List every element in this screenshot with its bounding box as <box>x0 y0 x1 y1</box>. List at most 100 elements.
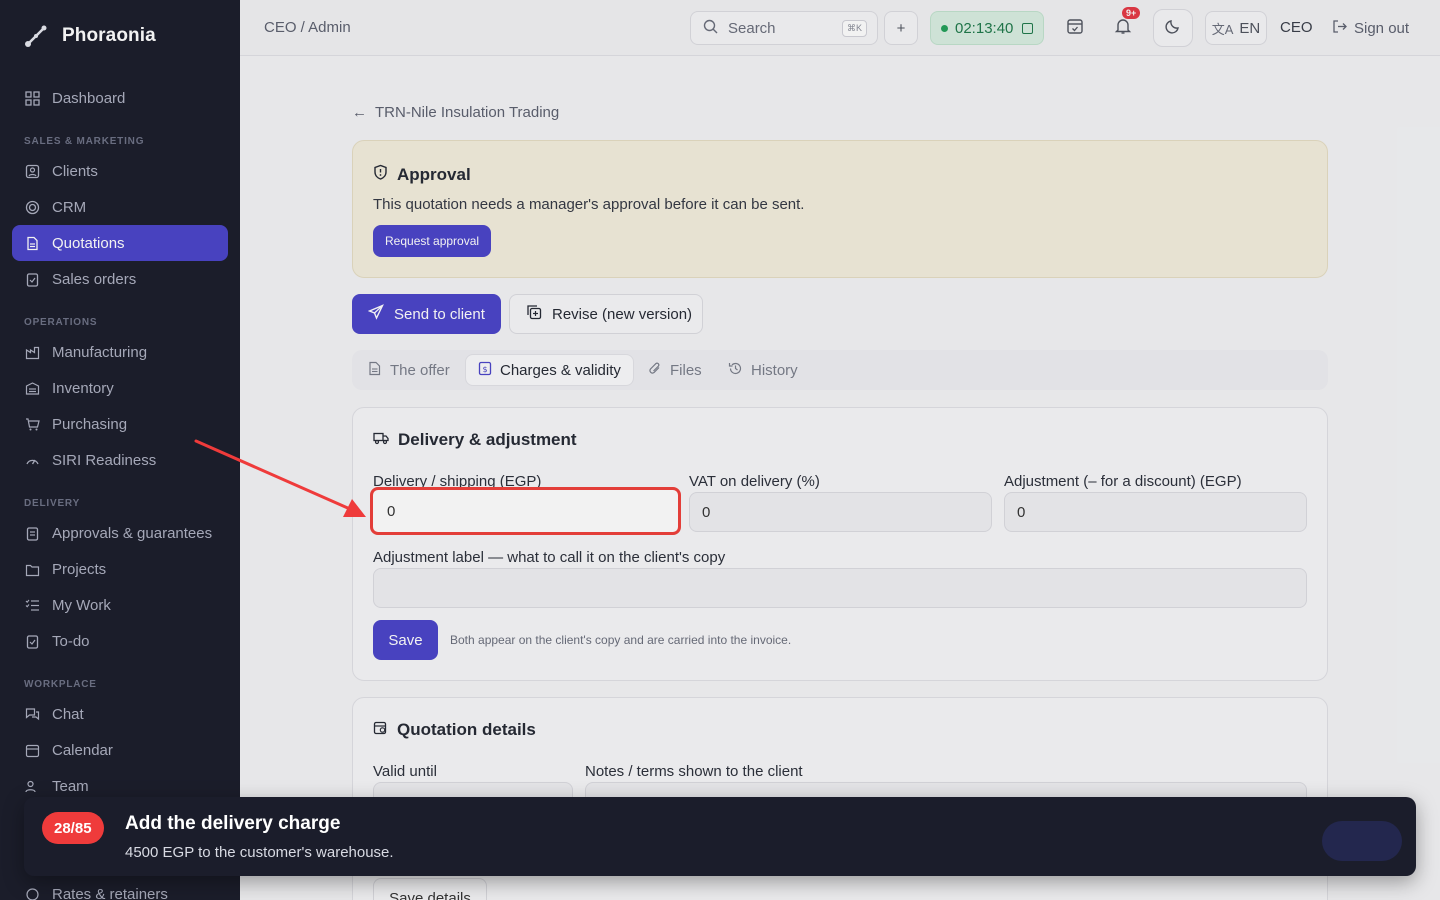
my-work-icon <box>24 597 40 613</box>
sidebar-item-label: Calendar <box>52 741 113 759</box>
sidebar-item-label: My Work <box>52 596 111 614</box>
sidebar-item-label: Sales orders <box>52 270 137 288</box>
tab-files[interactable]: Files <box>636 354 714 386</box>
task-subtitle: 4500 EGP to the customer's warehouse. <box>125 844 394 861</box>
back-link[interactable]: ← TRN-Nile Insulation Trading <box>352 104 559 121</box>
inventory-icon <box>24 380 40 396</box>
notification-badge: 9+ <box>1122 7 1141 19</box>
sidebar-item-my-work[interactable]: My Work <box>12 587 228 623</box>
adjustment-name-input[interactable] <box>373 568 1307 608</box>
save-hint: Both appear on the client's copy and are… <box>450 633 792 647</box>
truck-icon <box>373 430 389 450</box>
sidebar-item-inventory[interactable]: Inventory <box>12 370 228 406</box>
approval-description: This quotation needs a manager's approva… <box>373 196 805 213</box>
breadcrumb: CEO / Admin <box>264 19 351 36</box>
task-banner: 28/85 Add the delivery charge 4500 EGP t… <box>24 797 1416 876</box>
translate-icon: 文A <box>1211 21 1234 37</box>
sidebar-item-purchasing[interactable]: Purchasing <box>12 406 228 442</box>
sign-out-link[interactable]: Sign out <box>1332 19 1409 38</box>
sidebar-item-crm[interactable]: CRM <box>12 189 228 225</box>
task-title: Add the delivery charge <box>125 813 341 834</box>
document-icon <box>368 361 382 380</box>
save-details-button[interactable]: Save details <box>373 878 487 900</box>
adjustment-input[interactable]: 0 <box>1004 492 1307 532</box>
search-input[interactable]: Search ⌘K <box>690 11 878 45</box>
sidebar-item-label: CRM <box>52 198 87 216</box>
svg-text:$: $ <box>482 365 487 374</box>
sidebar-item-calendar[interactable]: Calendar <box>12 732 228 768</box>
calendar-icon <box>24 742 40 758</box>
sidebar: Phoraonia Dashboard SALES & MARKETING Cl… <box>0 0 240 900</box>
sidebar-item-label: Dashboard <box>52 89 126 107</box>
sales-orders-icon <box>24 271 40 287</box>
sidebar-item-label: Clients <box>52 162 98 180</box>
sidebar-item-label: SIRI Readiness <box>52 451 157 469</box>
sidebar-item-label: Quotations <box>52 234 125 252</box>
language-switcher[interactable]: 文A EN <box>1205 11 1267 45</box>
team-icon <box>24 778 40 794</box>
search-shortcut: ⌘K <box>841 20 867 37</box>
theme-toggle[interactable] <box>1153 9 1193 47</box>
section-sales: SALES & MARKETING <box>24 136 145 147</box>
sidebar-item-todo[interactable]: To-do <box>12 623 228 659</box>
vat-on-delivery-input[interactable]: 0 <box>689 492 992 532</box>
quotations-icon <box>24 235 40 251</box>
receipt-icon: $ <box>478 361 492 380</box>
send-to-client-button[interactable]: Send to client <box>352 294 501 334</box>
tab-charges-validity[interactable]: $ Charges & validity <box>465 354 634 386</box>
moon-icon <box>1165 18 1181 38</box>
approval-title: Approval <box>373 164 471 185</box>
sidebar-item-label: Purchasing <box>52 415 128 433</box>
adjustment-name-label: Adjustment label — what to call it on th… <box>373 549 726 566</box>
sidebar-item-sales-orders[interactable]: Sales orders <box>12 261 228 297</box>
details-card-title: Quotation details <box>373 720 536 740</box>
plus-icon: + <box>896 19 906 37</box>
sidebar-item-rates[interactable]: Rates & retainers <box>12 876 228 900</box>
cart-icon <box>24 416 40 432</box>
sidebar-item-label: Approvals & guarantees <box>52 524 213 542</box>
recording-dot-icon <box>941 24 948 32</box>
add-button[interactable]: + <box>884 11 918 45</box>
todo-icon <box>24 633 40 649</box>
save-button[interactable]: Save <box>373 620 438 660</box>
projects-icon <box>24 561 40 577</box>
search-icon <box>703 19 718 38</box>
search-placeholder: Search <box>728 19 776 37</box>
sidebar-item-quotations[interactable]: Quotations <box>12 225 228 261</box>
sidebar-item-chat[interactable]: Chat <box>12 696 228 732</box>
sidebar-item-projects[interactable]: Projects <box>12 551 228 587</box>
vat-label: VAT on delivery (%) <box>689 473 820 490</box>
tab-history[interactable]: History <box>716 354 810 386</box>
paperclip-icon <box>648 361 662 380</box>
sidebar-item-dashboard[interactable]: Dashboard <box>12 80 228 116</box>
delivery-adjustment-card: Delivery & adjustment Delivery / shippin… <box>352 407 1328 681</box>
delivery-shipping-input[interactable]: 0 <box>370 487 681 535</box>
time-tracker[interactable]: 02:13:40 <box>930 11 1044 45</box>
delivery-card-title: Delivery & adjustment <box>373 430 577 450</box>
manufacturing-icon <box>24 344 40 360</box>
revise-button[interactable]: Revise (new version) <box>509 294 703 334</box>
role-label: CEO <box>1280 19 1313 36</box>
calendar-button[interactable] <box>1056 11 1094 45</box>
tab-the-offer[interactable]: The offer <box>356 354 462 386</box>
section-operations: OPERATIONS <box>24 317 98 328</box>
rates-icon <box>24 886 40 900</box>
sign-out-icon <box>1332 19 1347 38</box>
help-button[interactable] <box>1322 821 1402 861</box>
sidebar-item-label: Inventory <box>52 379 114 397</box>
sidebar-item-approvals[interactable]: Approvals & guarantees <box>12 515 228 551</box>
sidebar-item-siri-readiness[interactable]: SIRI Readiness <box>12 442 228 478</box>
step-counter: 28/85 <box>42 812 104 844</box>
sidebar-item-clients[interactable]: Clients <box>12 153 228 189</box>
dashboard-icon <box>24 90 40 106</box>
topbar: CEO / Admin Search ⌘K + 02:13:40 9+ 文A E… <box>240 0 1440 56</box>
send-icon <box>367 304 384 324</box>
brand[interactable]: Phoraonia <box>22 22 156 50</box>
sidebar-item-label: To-do <box>52 632 90 650</box>
app-name: Phoraonia <box>62 25 156 46</box>
stop-icon[interactable] <box>1022 22 1034 34</box>
request-approval-button[interactable]: Request approval <box>373 225 492 257</box>
sidebar-item-manufacturing[interactable]: Manufacturing <box>12 334 228 370</box>
history-icon <box>728 361 743 380</box>
notes-label: Notes / terms shown to the client <box>585 763 803 780</box>
